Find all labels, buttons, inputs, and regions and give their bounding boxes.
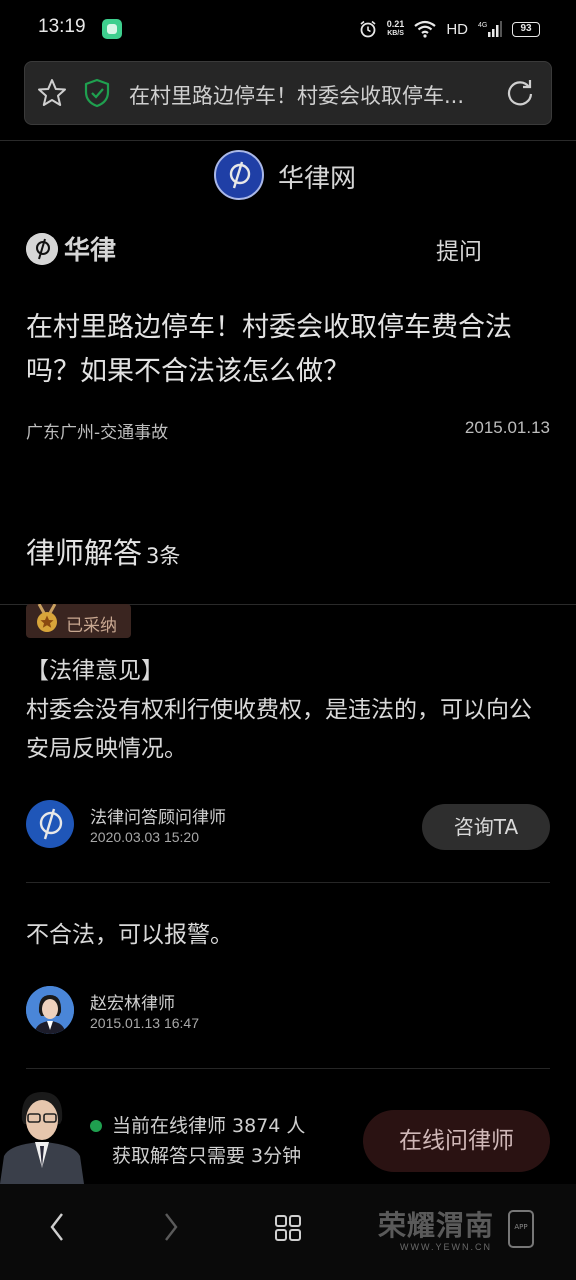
answer-divider [26,882,550,883]
lawyer-logo-icon [39,808,63,840]
lawyer-name[interactable]: 赵宏林律师 [90,989,175,1014]
lawyer-name[interactable]: 法律问答顾问律师 [90,803,226,828]
network-type: 4G [478,22,487,29]
online-lawyer-promo: 当前在线律师 3874 人 获取解答只需要 3分钟 在线问律师 [0,1076,576,1184]
tabs-grid-icon[interactable] [274,1214,302,1242]
avatar[interactable] [26,986,74,1034]
brand-name: 华律 [64,236,117,266]
browser-nav-bar: 荣耀渭南 WWW.YEWN.CN APP [0,1184,576,1280]
signal-icon: 4G [478,21,502,37]
online-lawyer-count: 当前在线律师 3874 人 [112,1115,306,1137]
answer-divider [26,1068,550,1069]
avatar[interactable] [26,800,74,848]
top-divider [0,140,576,141]
star-icon[interactable] [37,78,67,108]
answers-count: 3条 [146,544,181,568]
watermark-text: 荣耀渭南 [378,1209,495,1242]
status-bar: 13:19 0.21 KB/S HD 4G 93 [0,0,576,58]
hd-indicator: HD [446,20,468,38]
site-name: 华律网 [278,164,357,194]
back-icon[interactable] [46,1210,68,1244]
question-title: 在村里路边停车！村委会收取停车费合法吗？如果不合法该怎么做？ [26,312,512,387]
online-status-dot [90,1120,102,1132]
lawyer-photo [26,986,74,1034]
answer-text: 村委会没有权利行使收费权，是违法的，可以向公安局反映情况。 [26,697,532,762]
status-time: 13:19 [38,16,86,37]
app-download-icon[interactable]: APP [508,1210,534,1248]
adopted-label: 已采纳 [66,616,117,636]
address-bar[interactable]: 在村里路边停车！村委会收取停车... [24,61,552,125]
answer-wait-time: 获取解答只需要 3分钟 [112,1145,302,1167]
battery-indicator: 93 [512,21,540,37]
site-logo-mark [229,161,251,189]
address-title[interactable]: 在村里路边停车！村委会收取停车... [129,80,479,110]
question-date: 2015.01.13 [464,418,550,437]
watermark-url: WWW.YEWN.CN [400,1242,492,1252]
answer-time: 2020.03.03 15:20 [90,829,199,845]
wifi-icon [414,20,437,38]
answers-heading: 律师解答 3条 [26,530,180,572]
ask-question-link[interactable]: 提问 [436,232,482,266]
answer-time: 2015.01.13 16:47 [90,1015,199,1031]
answers-heading-label: 律师解答 [26,536,143,570]
net-speed-unit: KB/S [387,30,404,37]
medal-icon [37,604,57,632]
ask-lawyer-online-button[interactable]: 在线问律师 [363,1110,550,1172]
alarm-icon [360,20,376,38]
net-speed: 0.21 KB/S [387,19,405,39]
question-category[interactable]: 广东广州-交通事故 [26,418,168,443]
shield-check-icon [84,78,110,108]
adopted-badge: 已采纳 [26,604,131,638]
lawyer-promo-photo [0,1076,84,1184]
consult-button[interactable]: 咨询TA [422,804,550,850]
brand-logo-link[interactable]: 华律 [26,230,116,267]
answer-heading: 【法律意见】 [26,658,164,684]
net-speed-value: 0.21 [386,19,405,29]
app-notification-icon [102,19,122,39]
reload-icon[interactable] [505,78,535,108]
site-logo [214,150,264,200]
forward-icon[interactable] [160,1210,182,1244]
status-indicators: 0.21 KB/S HD 4G 93 [359,17,540,41]
answer-text: 不合法，可以报警。 [26,922,233,948]
brand-logo-icon [26,232,58,265]
